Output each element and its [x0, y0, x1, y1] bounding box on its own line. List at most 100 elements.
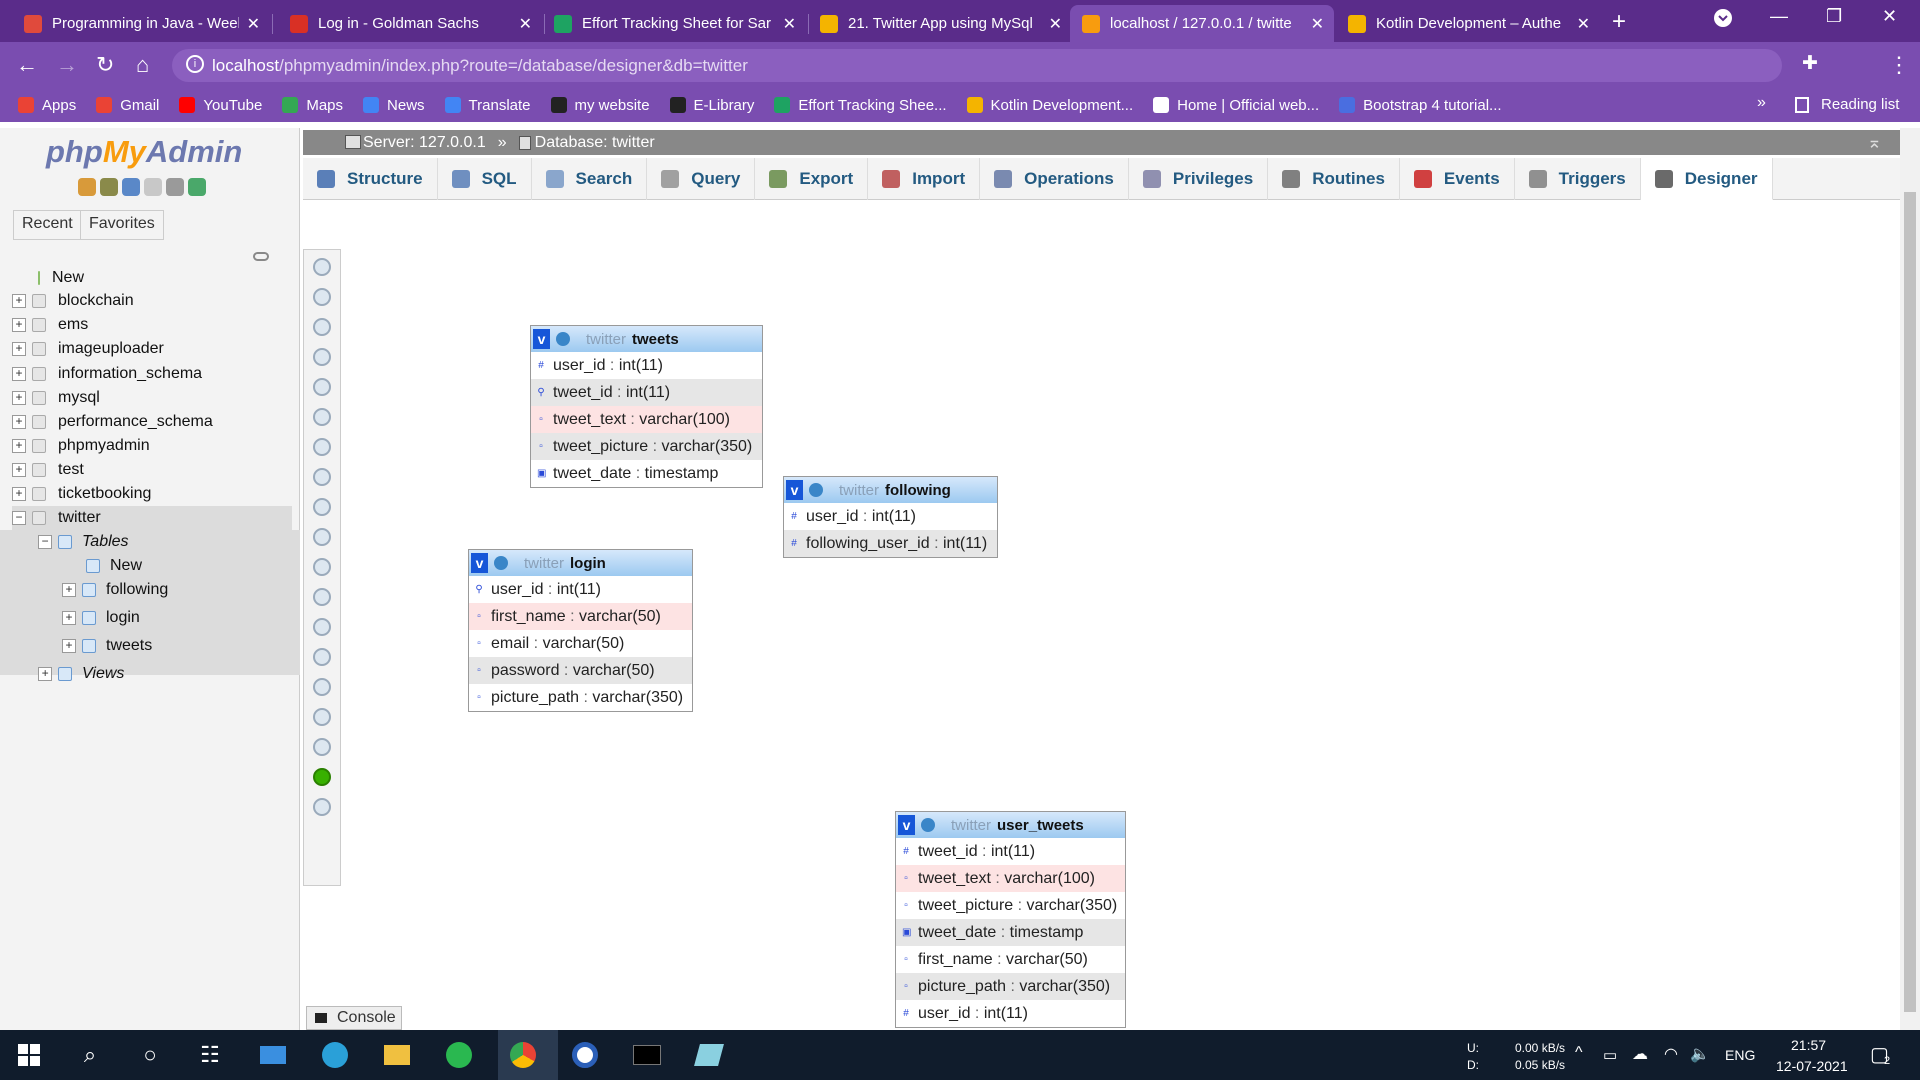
reading-list-button[interactable]: Reading list	[1795, 96, 1899, 113]
toggle-columns-icon[interactable]: v	[786, 480, 803, 500]
clock-time[interactable]: 21:57	[1791, 1037, 1826, 1053]
help-icon[interactable]	[313, 588, 331, 606]
browser-tab[interactable]: Programming in Java - Week ✕	[12, 5, 270, 42]
table-column-row[interactable]: ▣ tweet_date : timestamp	[896, 919, 1125, 946]
table-options-gear-icon[interactable]	[494, 556, 508, 570]
chevron-up-icon[interactable]: ^	[1575, 1044, 1583, 1062]
expand-icon[interactable]: +	[12, 294, 26, 308]
expand-icon[interactable]: +	[12, 391, 26, 405]
tab-export[interactable]: Export	[755, 158, 869, 200]
cortana-icon[interactable]: ○	[135, 1040, 165, 1070]
breadcrumb-database[interactable]: Database: twitter	[535, 134, 655, 152]
expand-icon[interactable]: +	[62, 639, 76, 653]
tree-item[interactable]: + test	[12, 458, 292, 482]
table-options-gear-icon[interactable]	[556, 332, 570, 346]
designer-table-tweets[interactable]: v twitter tweets # user_id : int(11) ⚲ tweet_i…	[530, 325, 763, 488]
table-column-row[interactable]: ▣ tweet_date : timestamp	[531, 460, 762, 487]
tree-item[interactable]: + mysql	[12, 386, 292, 410]
expand-icon[interactable]: +	[12, 463, 26, 477]
expand-icon[interactable]: +	[62, 611, 76, 625]
tree-item[interactable]: + performance_schema	[12, 410, 292, 434]
table-column-row[interactable]: ▫ password : varchar(50)	[469, 657, 692, 684]
docs-icon[interactable]	[144, 178, 162, 196]
toggle-columns-icon[interactable]: v	[471, 553, 488, 573]
scroll-to-top-icon[interactable]: ⌅	[1867, 132, 1882, 153]
table-column-row[interactable]: ▫ picture_path : varchar(350)	[469, 684, 692, 711]
toggle-columns-icon[interactable]: v	[898, 815, 915, 835]
tab-routines[interactable]: Routines	[1268, 158, 1400, 200]
designer-table-user_tweets[interactable]: v twitter user_tweets # tweet_id : int(11) ▫ t…	[895, 811, 1126, 1028]
table-column-row[interactable]: # user_id : int(11)	[531, 352, 762, 379]
collapse-icon[interactable]: −	[38, 535, 52, 549]
browser-tab[interactable]: localhost / 127.0.0.1 / twitte ✕	[1070, 5, 1334, 42]
pdf-export-icon[interactable]	[313, 738, 331, 756]
move-menu-icon[interactable]	[313, 768, 331, 786]
collapse-icon[interactable]: −	[12, 511, 26, 525]
bookmark-item[interactable]: YouTube	[179, 97, 262, 114]
tree-item[interactable]: + login	[62, 606, 140, 630]
expand-icon[interactable]: +	[12, 342, 26, 356]
phpmyadmin-logo[interactable]: phpMyAdmin	[46, 134, 242, 170]
tab-query[interactable]: Query	[647, 158, 756, 200]
back-button[interactable]: ←	[16, 52, 38, 78]
site-info-icon[interactable]: i	[186, 55, 204, 73]
search-icon[interactable]: ⌕	[75, 1040, 105, 1070]
table-column-row[interactable]: ⚲ tweet_id : int(11)	[531, 379, 762, 406]
designer-table-following[interactable]: v twitter following # user_id : int(11) # foll…	[783, 476, 998, 558]
tab-sql[interactable]: SQL	[438, 158, 532, 200]
tab-events[interactable]: Events	[1400, 158, 1515, 200]
restore-button[interactable]: ❐	[1826, 6, 1842, 27]
extensions-puzzle-icon[interactable]: ✚	[1802, 52, 1818, 75]
designer-table-login[interactable]: v twitter login ⚲ user_id : int(11) ▫ first_na…	[468, 549, 693, 712]
small-big-icon[interactable]	[313, 678, 331, 696]
table-column-row[interactable]: ▫ tweet_picture : varchar(350)	[531, 433, 762, 460]
tree-item[interactable]: + Views	[38, 662, 124, 686]
mail-icon[interactable]	[258, 1040, 288, 1070]
tree-item[interactable]: − twitter	[12, 506, 292, 530]
home-button[interactable]: ⌂	[136, 52, 149, 78]
tree-item[interactable]: + information_schema	[12, 362, 292, 386]
expand-icon[interactable]: +	[62, 583, 76, 597]
bookmark-item[interactable]: News	[363, 97, 425, 114]
table-column-row[interactable]: ▫ picture_path : varchar(350)	[896, 973, 1125, 1000]
table-column-row[interactable]: ▫ tweet_text : varchar(100)	[896, 865, 1125, 892]
word-app-icon[interactable]	[570, 1040, 600, 1070]
relation-icon[interactable]	[313, 528, 331, 546]
volume-icon[interactable]: 🔈	[1690, 1044, 1710, 1064]
table-column-row[interactable]: # user_id : int(11)	[896, 1000, 1125, 1027]
table-column-row[interactable]: ▫ tweet_text : varchar(100)	[531, 406, 762, 433]
chrome-icon[interactable]	[508, 1040, 538, 1070]
edit-page-icon[interactable]	[313, 498, 331, 516]
battery-icon[interactable]: ▭	[1603, 1046, 1617, 1064]
bookmark-item[interactable]: my website	[550, 97, 650, 114]
notes-app-icon[interactable]	[694, 1040, 724, 1070]
open-page-icon[interactable]	[313, 378, 331, 396]
recent-button[interactable]: Recent	[13, 210, 82, 240]
tab-structure[interactable]: Structure	[303, 158, 438, 200]
toggle-columns-icon[interactable]: v	[533, 329, 550, 349]
settings-gear-icon[interactable]	[166, 178, 184, 196]
toggle-all-icon[interactable]	[313, 708, 331, 726]
pin-text-icon[interactable]	[313, 798, 331, 816]
expand-icon[interactable]: +	[12, 318, 26, 332]
tree-item[interactable]: + phpmyadmin	[12, 434, 292, 458]
tree-item[interactable]: + ems	[12, 313, 292, 337]
browser-tab[interactable]: Log in - Goldman Sachs ✕	[278, 5, 542, 42]
tree-item[interactable]: + blockchain	[12, 289, 292, 313]
table-header[interactable]: v twitter login	[469, 550, 692, 576]
table-header[interactable]: v twitter tweets	[531, 326, 762, 352]
expand-icon[interactable]: +	[12, 439, 26, 453]
reload-button[interactable]: ↻	[96, 52, 114, 78]
tab-search-icon[interactable]	[1713, 8, 1733, 33]
save-page-icon[interactable]	[313, 408, 331, 426]
tab-triggers[interactable]: Triggers	[1515, 158, 1641, 200]
snap-to-grid-icon[interactable]	[313, 648, 331, 666]
wifi-icon[interactable]: ◠	[1664, 1044, 1678, 1064]
tree-item[interactable]: + ticketbooking	[12, 482, 292, 506]
table-column-row[interactable]: ▫ first_name : varchar(50)	[469, 603, 692, 630]
tree-item[interactable]: + following	[62, 578, 168, 602]
add-tables-icon[interactable]	[313, 318, 331, 336]
file-explorer-icon[interactable]	[382, 1040, 412, 1070]
edge-icon[interactable]	[320, 1040, 350, 1070]
reload-icon[interactable]	[313, 558, 331, 576]
